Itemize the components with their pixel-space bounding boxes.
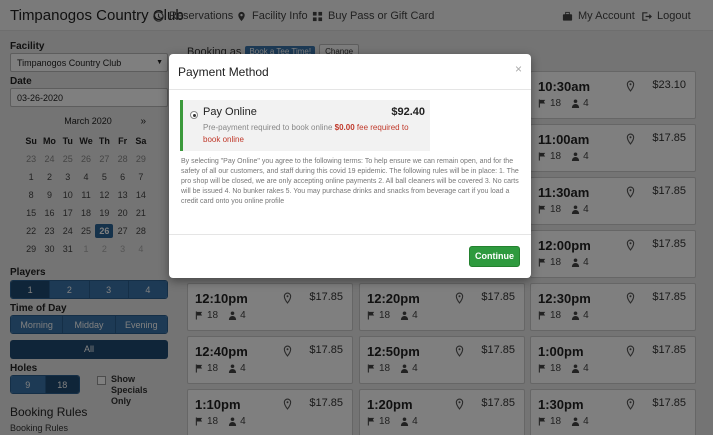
pay-option-amount: $92.40 bbox=[391, 106, 425, 118]
continue-button[interactable]: Continue bbox=[469, 246, 520, 267]
pay-desc-fee-amount: $0.00 bbox=[334, 123, 355, 132]
close-icon[interactable]: × bbox=[515, 62, 522, 76]
pay-option-description: Pre-payment required to book online $0.0… bbox=[203, 122, 425, 146]
modal-title: Payment Method bbox=[178, 65, 269, 79]
pay-online-radio[interactable] bbox=[190, 111, 198, 119]
pay-desc-prefix: Pre-payment required to book online bbox=[203, 123, 333, 132]
modal-header-divider bbox=[169, 89, 531, 90]
pay-online-option[interactable]: Pay Online $92.40 Pre-payment required t… bbox=[180, 100, 430, 151]
pay-option-name: Pay Online bbox=[203, 106, 257, 118]
payment-method-modal: Payment Method × Pay Online $92.40 Pre-p… bbox=[169, 54, 531, 278]
modal-footer-divider bbox=[169, 234, 531, 235]
terms-text: By selecting "Pay Online" you agree to t… bbox=[181, 158, 519, 205]
